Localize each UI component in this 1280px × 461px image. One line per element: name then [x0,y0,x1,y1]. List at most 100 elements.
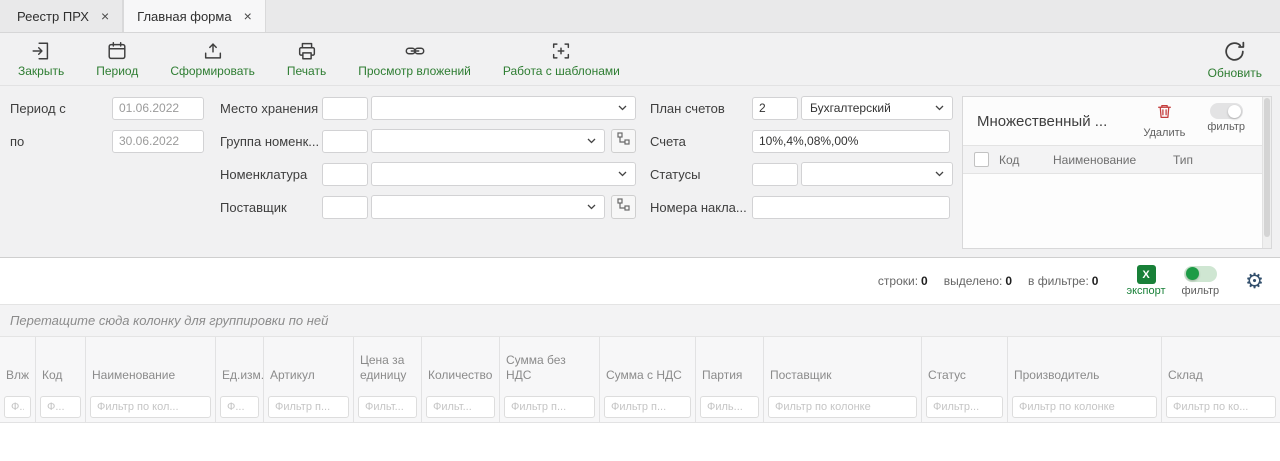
app-window: Реестр ПРХ × Главная форма × Закрыть Пер… [0,0,1280,461]
column-filter-input-cena[interactable] [358,396,417,418]
nomenclature-group-tree-button[interactable] [611,129,636,153]
column-filter-input-edizm[interactable] [220,396,259,418]
invoice-numbers-input[interactable] [752,196,950,219]
column-header-status[interactable]: Статус [922,337,1008,392]
export-button[interactable]: X экспорт [1126,265,1165,297]
chevron-down-icon [618,105,627,111]
data-grid-section: строки:0 выделено:0 в фильтре:0 X экспор… [0,257,1280,461]
nomenclature-code-input[interactable] [322,163,368,186]
column-filter-input-sklad[interactable] [1166,396,1276,418]
filtered-count: в фильтре:0 [1028,274,1098,288]
period-from-input[interactable] [112,97,204,120]
delete-button-label: Удалить [1143,127,1185,139]
filter-column-nomenclature: Место хранения Группа номенк... [220,96,636,249]
period-button[interactable]: Период [96,40,138,78]
column-filter-input-status[interactable] [926,396,1003,418]
column-header-artikul[interactable]: Артикул [264,337,354,392]
column-header-summa-s-nds[interactable]: Сумма с НДС [600,337,696,392]
generate-button[interactable]: Сформировать [170,40,255,78]
filter-cell-kod [36,392,86,422]
column-filter-input-naimenovanie[interactable] [90,396,211,418]
select-all-checkbox[interactable] [974,152,989,167]
column-header-kod[interactable]: Код [36,337,86,392]
supplier-code-input[interactable] [322,196,368,219]
column-header-sklad[interactable]: Склад [1162,337,1280,392]
accounts-input[interactable] [752,130,950,153]
templates-button[interactable]: Работа с шаблонами [503,40,620,78]
paperclip-link-icon [403,40,427,62]
column-header-postavshchik[interactable]: Поставщик [764,337,922,392]
select-all-cell [963,152,999,167]
multi-filter-panel: Множественный ... Удалить фильтр [962,96,1272,249]
attachments-button[interactable]: Просмотр вложений [358,40,471,78]
grid-filter-toggle-block: фильтр [1182,266,1220,297]
refresh-button[interactable]: Обновить [1208,39,1262,80]
tab-close-icon[interactable]: × [101,9,109,23]
statuses-select[interactable] [801,162,953,186]
column-filter-input-postavshchik[interactable] [768,396,917,418]
column-header-partiya[interactable]: Партия [696,337,764,392]
main-toolbar: Закрыть Период Сформировать Печать Просм… [0,33,1280,86]
grid-header-row: Влж Код Наименование Ед.изм. Артикул Цен… [0,337,1280,392]
column-filter-input-artikul[interactable] [268,396,349,418]
filter-cell-cena [354,392,422,422]
column-header-vlzh[interactable]: Влж [0,337,36,392]
grid-body[interactable] [0,423,1280,461]
nomenclature-select[interactable] [371,162,636,186]
tab-glavnaya-forma[interactable]: Главная форма × [123,0,266,32]
close-button[interactable]: Закрыть [18,40,64,78]
column-header-naimenovanie[interactable]: Наименование [86,337,216,392]
nomenclature-group-code-input[interactable] [322,130,368,153]
print-button[interactable]: Печать [287,40,326,78]
column-header-kolichestvo[interactable]: Количество [422,337,500,392]
generate-icon [202,40,224,62]
chart-of-accounts-value: Бухгалтерский [810,101,891,115]
chevron-down-icon [618,171,627,177]
supplier-select[interactable] [371,195,605,219]
nomenclature-group-select[interactable] [371,129,605,153]
tab-bar: Реестр ПРХ × Главная форма × [0,0,1280,33]
gear-icon[interactable]: ⚙ [1245,271,1264,292]
nomenclature-label: Номенклатура [220,167,322,182]
column-filter-input-kod[interactable] [40,396,81,418]
column-filter-input-partiya[interactable] [700,396,759,418]
period-to-input[interactable] [112,130,204,153]
exit-door-icon [30,40,52,62]
supplier-tree-button[interactable] [611,195,636,219]
hierarchy-icon [617,132,630,150]
chart-of-accounts-label: План счетов [650,101,752,116]
column-filter-input-kolichestvo[interactable] [426,396,495,418]
column-header-proizvoditel[interactable]: Производитель [1008,337,1162,392]
template-icon [550,40,572,62]
column-filter-input-proizvoditel[interactable] [1012,396,1157,418]
toggle-knob [1186,267,1199,280]
chevron-down-icon [587,204,596,210]
supplier-combo [322,195,605,219]
export-button-label: экспорт [1126,285,1165,297]
chart-of-accounts-code-input[interactable] [752,97,798,120]
filter-column-accounts: План счетов Бухгалтерский Счета Статусы [650,96,952,249]
storage-label: Место хранения [220,101,322,116]
filter-cell-partiya [696,392,764,422]
multi-filter-toggle[interactable] [1210,103,1243,119]
refresh-icon [1222,39,1247,64]
column-filter-input-summa-bez-nds[interactable] [504,396,595,418]
column-header-cena[interactable]: Цена за единицу [354,337,422,392]
delete-button[interactable]: Удалить [1143,103,1185,139]
chart-of-accounts-select[interactable]: Бухгалтерский [801,96,953,120]
tab-reestr-prh[interactable]: Реестр ПРХ × [4,0,123,32]
column-header-summa-bez-nds[interactable]: Сумма без НДС [500,337,600,392]
storage-code-input[interactable] [322,97,368,120]
group-by-dropzone[interactable]: Перетащите сюда колонку для группировки … [0,304,1280,337]
column-header-code: Код [999,153,1053,167]
statuses-code-input[interactable] [752,163,798,186]
column-filter-input-vlzh[interactable] [4,396,31,418]
panel-scrollbar[interactable] [1262,97,1271,248]
trash-icon [1156,103,1173,125]
grid-filter-toggle[interactable] [1184,266,1217,282]
tab-close-icon[interactable]: × [244,9,252,23]
column-header-edizm[interactable]: Ед.изм. [216,337,264,392]
column-filter-input-summa-s-nds[interactable] [604,396,691,418]
scrollbar-thumb[interactable] [1264,98,1270,237]
storage-select[interactable] [371,96,636,120]
